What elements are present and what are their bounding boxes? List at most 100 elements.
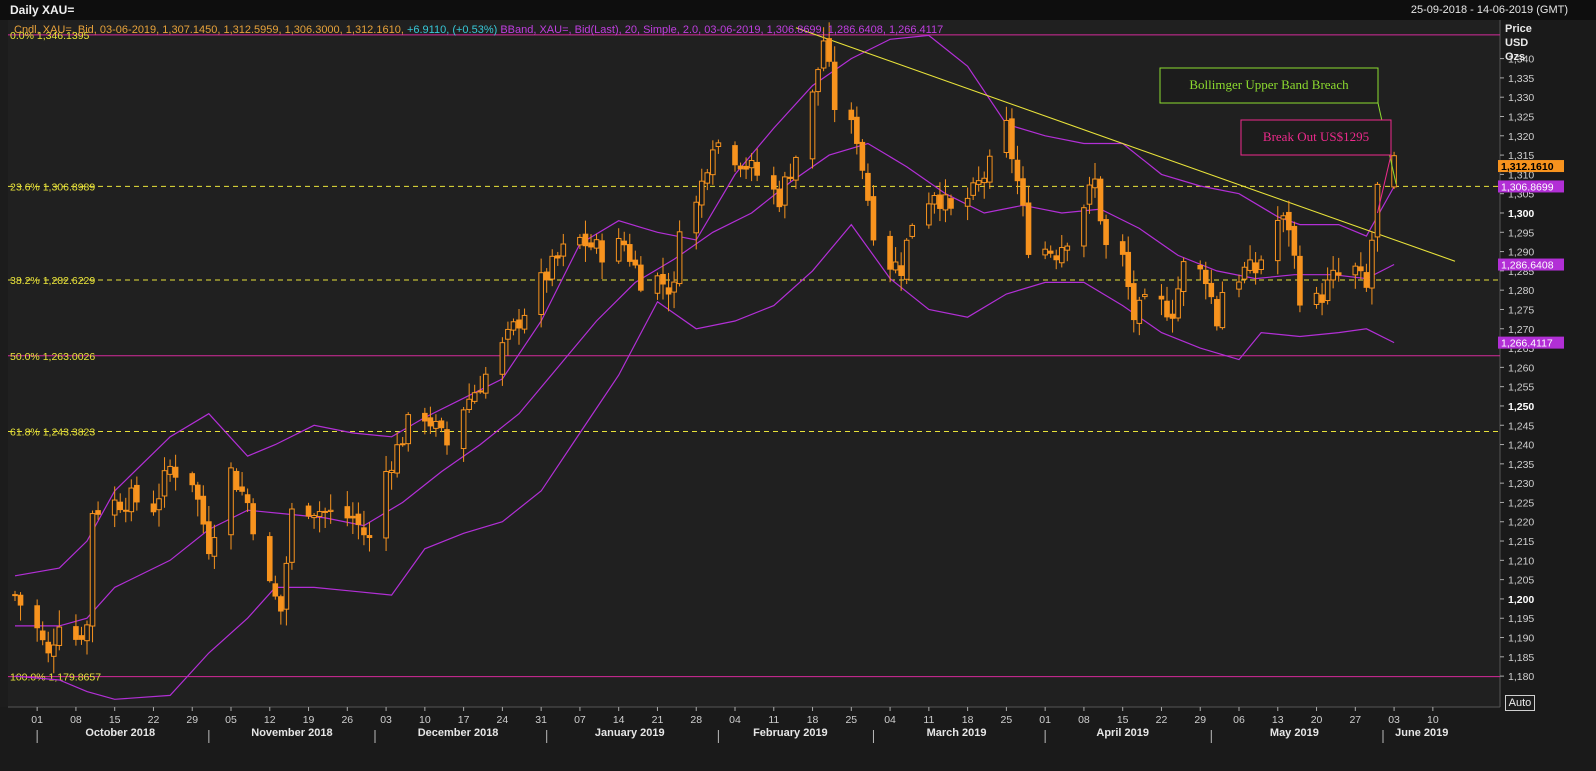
candle-body bbox=[239, 486, 245, 492]
candle-body bbox=[322, 510, 328, 513]
candle-body bbox=[50, 644, 57, 657]
candle-body bbox=[1009, 118, 1015, 160]
xau-candlestick-chart[interactable]: 1,180 1,185 1,190 1,195 1,200 1,205 1,210 1,215… bbox=[0, 0, 1596, 771]
candle-body bbox=[366, 535, 373, 539]
chart-title: Daily XAU= bbox=[10, 3, 75, 17]
y-tick-label: 1,320 bbox=[1508, 131, 1534, 143]
candle-body bbox=[95, 510, 101, 515]
candle-body bbox=[405, 414, 412, 445]
candle-body bbox=[1119, 241, 1126, 255]
candle-body bbox=[482, 373, 489, 394]
candle-body bbox=[438, 420, 445, 429]
candle-body bbox=[111, 499, 118, 516]
x-tick-label: 15 bbox=[109, 714, 121, 726]
candle-body bbox=[848, 109, 855, 121]
candle-body bbox=[1363, 272, 1370, 288]
fib-level-label: 100.0% 1,179.8657 bbox=[10, 672, 101, 684]
x-tick-label: 03 bbox=[380, 714, 392, 726]
candle-body bbox=[698, 180, 705, 206]
x-tick-label: 03 bbox=[1388, 714, 1400, 726]
candle-body bbox=[1274, 219, 1281, 262]
candle-body bbox=[1252, 262, 1259, 274]
y-tick-label: 1,215 bbox=[1508, 536, 1534, 548]
candle-body bbox=[278, 596, 284, 612]
candle-body bbox=[84, 624, 90, 642]
candle-body bbox=[671, 281, 677, 293]
candle-body bbox=[1236, 281, 1242, 290]
x-tick-label: 29 bbox=[1194, 714, 1206, 726]
x-tick-label: 21 bbox=[652, 714, 664, 726]
x-tick-label: 15 bbox=[1117, 714, 1129, 726]
candle-body bbox=[477, 390, 484, 393]
y-tick-label: 1,235 bbox=[1508, 459, 1534, 471]
candle-body bbox=[549, 255, 556, 280]
candle-body bbox=[17, 594, 24, 606]
candle-body bbox=[660, 274, 666, 285]
candle-body bbox=[73, 626, 79, 640]
date-range: 25-09-2018 - 14-06-2019 (GMT) bbox=[1410, 4, 1568, 16]
y-tick-label: 1,280 bbox=[1508, 285, 1534, 297]
candle-body bbox=[543, 271, 550, 281]
candle-body bbox=[1158, 295, 1165, 300]
candle-body bbox=[244, 494, 251, 504]
candle-body bbox=[898, 265, 904, 276]
candle-body bbox=[831, 61, 838, 111]
month-label: March 2019 bbox=[927, 727, 987, 739]
x-tick-label: 11 bbox=[768, 714, 779, 726]
y-tick-label: 1,230 bbox=[1508, 478, 1534, 490]
candle-body bbox=[1241, 266, 1248, 280]
candle-body bbox=[1319, 294, 1325, 303]
y-tick-label: 1,185 bbox=[1508, 652, 1534, 664]
candle-body bbox=[1175, 288, 1181, 319]
x-tick-label: 07 bbox=[574, 714, 586, 726]
candle-body bbox=[460, 409, 467, 450]
candle-body bbox=[892, 261, 899, 271]
x-tick-label: 12 bbox=[264, 714, 276, 726]
candle-body bbox=[150, 503, 157, 513]
auto-scale-button[interactable]: Auto bbox=[1505, 695, 1535, 711]
candle-body bbox=[250, 503, 256, 535]
candle-body bbox=[665, 287, 672, 295]
candle-body bbox=[56, 626, 63, 646]
candle-body bbox=[266, 536, 273, 582]
candle-body bbox=[39, 630, 46, 641]
y-tick-label: 1,245 bbox=[1508, 420, 1534, 432]
fib-level-label: 50.0% 1,263.0026 bbox=[10, 351, 95, 363]
annotation-pink-text: Break Out US$1295 bbox=[1263, 129, 1369, 144]
fib-level-label: 61.8% 1,243.3823 bbox=[10, 426, 95, 438]
y-tick-label: 1,295 bbox=[1508, 227, 1534, 239]
x-tick-label: 24 bbox=[497, 714, 509, 726]
x-tick-label: 14 bbox=[613, 714, 625, 726]
price-tag-label: 1,266.4117 bbox=[1501, 338, 1553, 350]
x-tick-label: 10 bbox=[419, 714, 431, 726]
candle-body bbox=[1092, 178, 1098, 189]
candle-body bbox=[826, 38, 832, 62]
candle-body bbox=[1202, 269, 1209, 285]
candle-body bbox=[388, 469, 395, 474]
y-tick-label: 1,290 bbox=[1508, 247, 1534, 259]
price-tag-label: 1,286.6408 bbox=[1501, 260, 1554, 272]
candle-body bbox=[626, 244, 633, 262]
x-tick-label: 05 bbox=[225, 714, 237, 726]
candle-body bbox=[1058, 247, 1065, 264]
annotation-green-text: Bollimger Upper Band Breach bbox=[1189, 77, 1349, 92]
x-tick-label: 27 bbox=[1349, 714, 1361, 726]
candle-body bbox=[361, 527, 367, 536]
candle-body bbox=[383, 471, 389, 539]
candle-body bbox=[1324, 279, 1331, 302]
candle-body bbox=[903, 239, 910, 280]
candle-body bbox=[1081, 207, 1087, 247]
x-tick-label: 01 bbox=[31, 714, 43, 726]
x-tick-label: 18 bbox=[807, 714, 819, 726]
candle-body bbox=[1003, 119, 1010, 154]
candle-body bbox=[560, 243, 567, 257]
candle-body bbox=[316, 511, 323, 517]
candle-body bbox=[189, 473, 196, 486]
candle-body bbox=[593, 239, 600, 249]
month-label: June 2019 bbox=[1395, 727, 1448, 739]
candle-body bbox=[1047, 250, 1054, 254]
candle-body bbox=[399, 443, 406, 446]
y-tick-label: 1,300 bbox=[1508, 208, 1534, 220]
y-tick-label: 1,195 bbox=[1508, 613, 1534, 625]
candle-body bbox=[926, 203, 932, 226]
